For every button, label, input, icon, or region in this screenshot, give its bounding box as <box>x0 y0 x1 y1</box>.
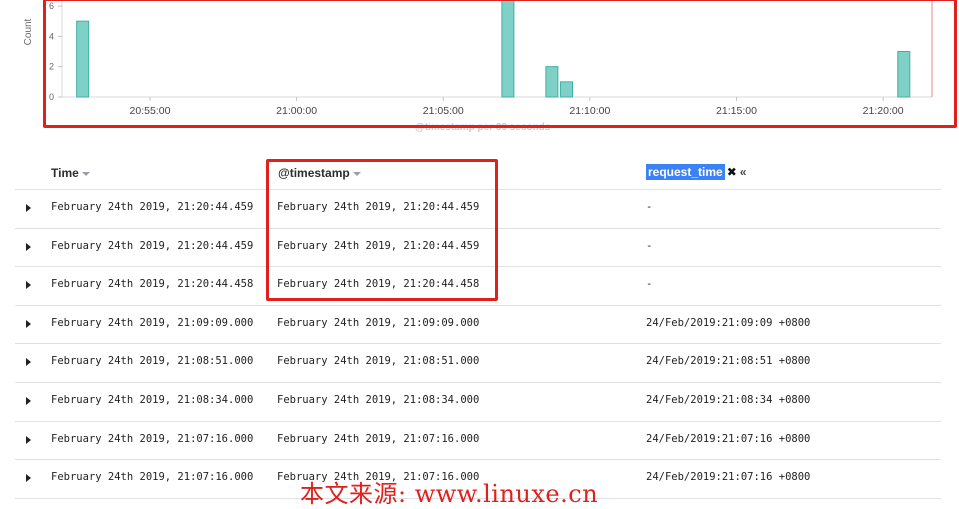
cell-request-time: 24/Feb/2019:21:08:34 +0800 <box>646 394 811 406</box>
cell-request-time: - <box>646 201 653 213</box>
table-row[interactable]: February 24th 2019, 21:08:51.000 February… <box>0 343 959 381</box>
caret-right-icon[interactable] <box>26 397 31 405</box>
table-row[interactable]: February 24th 2019, 21:08:34.000 February… <box>0 382 959 420</box>
cell-time: February 24th 2019, 21:07:16.000 <box>51 471 254 484</box>
caret-right-icon[interactable] <box>26 435 31 444</box>
close-icon[interactable]: ✖ <box>727 165 737 179</box>
caret-right-icon[interactable] <box>26 474 31 483</box>
cell-time: February 24th 2019, 21:20:44.458 <box>51 278 254 291</box>
timestamp-highlight-box <box>266 159 498 301</box>
column-header-time[interactable]: Time <box>51 166 90 180</box>
chart-y-axis-label: Count <box>23 18 34 46</box>
cell-time: February 24th 2019, 21:08:51.000 <box>51 355 254 368</box>
cell-timestamp: February 24th 2019, 21:08:51.000 <box>277 355 480 368</box>
caret-right-icon[interactable] <box>26 242 31 251</box>
caret-down-icon[interactable] <box>81 171 90 176</box>
column-header-request-time[interactable]: request_time ✖ « <box>646 164 747 180</box>
cell-request-time: - <box>646 239 653 252</box>
cell-request-time: - <box>646 278 653 291</box>
double-chevron-left-icon[interactable]: « <box>740 165 747 179</box>
table-row[interactable]: February 24th 2019, 21:07:16.000 February… <box>0 421 959 459</box>
cell-time: February 24th 2019, 21:07:16.000 <box>51 432 254 445</box>
cell-request-time: 24/Feb/2019:21:07:16 +0800 <box>646 471 811 484</box>
cell-request-time: 24/Feb/2019:21:07:16 +0800 <box>646 432 811 445</box>
cell-time: February 24th 2019, 21:08:34.000 <box>51 394 254 406</box>
cell-request-time: 24/Feb/2019:21:09:09 +0800 <box>646 316 811 329</box>
cell-request-time: 24/Feb/2019:21:08:51 +0800 <box>646 355 811 368</box>
caret-right-icon[interactable] <box>26 358 31 367</box>
column-header-request-time-label: request_time <box>646 164 725 180</box>
caret-right-icon[interactable] <box>26 204 31 212</box>
cell-time: February 24th 2019, 21:20:44.459 <box>51 239 254 252</box>
chart-highlight-box <box>43 0 957 128</box>
cell-timestamp: February 24th 2019, 21:09:09.000 <box>277 316 480 329</box>
caret-right-icon[interactable] <box>26 319 31 328</box>
table-row[interactable]: February 24th 2019, 21:09:09.000 February… <box>0 305 959 343</box>
watermark: 本文来源: www.linuxe.cn <box>300 480 599 508</box>
column-header-time-label: Time <box>51 166 79 180</box>
cell-timestamp: February 24th 2019, 21:07:16.000 <box>277 432 480 445</box>
cell-time: February 24th 2019, 21:20:44.459 <box>51 201 254 213</box>
cell-time: February 24th 2019, 21:09:09.000 <box>51 316 254 329</box>
cell-timestamp: February 24th 2019, 21:08:34.000 <box>277 394 480 406</box>
caret-right-icon[interactable] <box>26 281 31 290</box>
